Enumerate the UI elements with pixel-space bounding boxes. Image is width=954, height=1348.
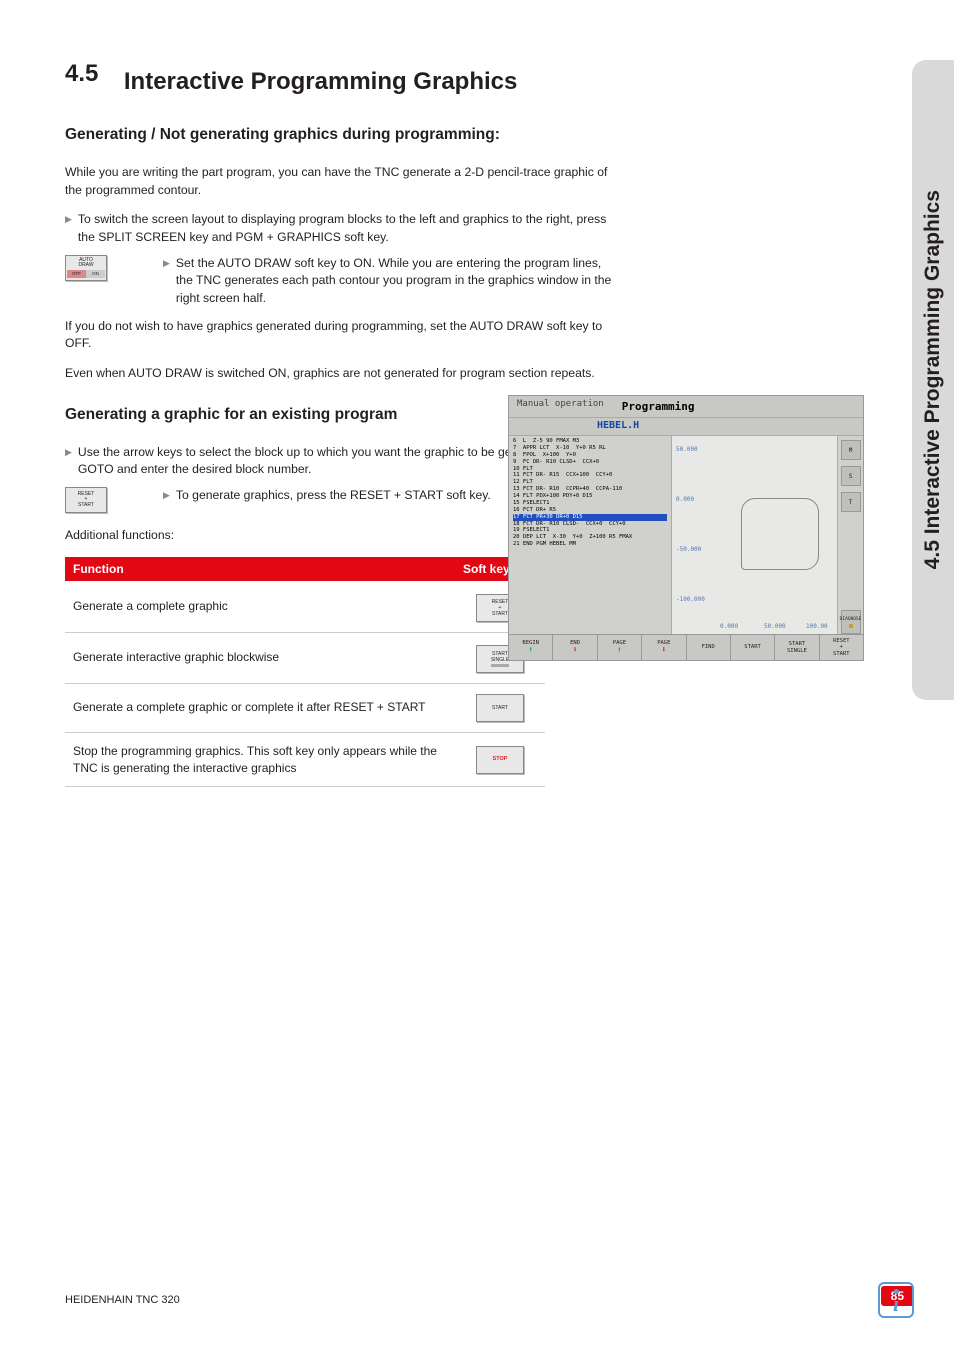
- info-icon[interactable]: ı: [878, 1282, 914, 1318]
- functions-table: Function Soft key Generate a complete gr…: [65, 557, 545, 788]
- y-tick: -50.000: [676, 546, 701, 553]
- info-stem: ı: [893, 1296, 899, 1311]
- sk-line: START: [492, 611, 508, 617]
- y-tick: 0.000: [676, 496, 694, 503]
- diag-label: DIAGNOSE: [840, 617, 862, 622]
- scr-body: 6 L Z-5 90 FMAX M3 7 APPR LCT X-10 Y+0 R…: [509, 436, 863, 634]
- sk-line: START: [78, 503, 94, 509]
- ricon-diagnose[interactable]: DIAGNOSE: [841, 610, 861, 634]
- scr-softkey[interactable]: STARTSINGLE: [775, 635, 819, 660]
- scr-softkey[interactable]: BEGIN⬆: [509, 635, 553, 660]
- y-tick: 50.000: [676, 446, 698, 453]
- subheading-generating: Generating / Not generating graphics dur…: [65, 125, 620, 146]
- code-highlight: 17 FCT PR+30 DR+0 D15: [513, 514, 667, 521]
- arrow-down-icon: ⬇: [573, 646, 578, 655]
- scr-right-icons: M S T DIAGNOSE: [837, 436, 863, 634]
- side-tab-text: 4.5 Interactive Programming Graphics: [921, 190, 945, 569]
- intro-paragraph: While you are writing the part program, …: [65, 164, 620, 199]
- sk-label: SINGLE: [787, 648, 807, 654]
- ricon-s[interactable]: S: [841, 466, 861, 486]
- scr-softkey[interactable]: END⬇: [553, 635, 597, 660]
- section-title: Interactive Programming Graphics: [124, 67, 574, 97]
- contour-shape: [741, 498, 819, 570]
- table-row: Generate interactive graphic blockwiseST…: [65, 632, 545, 683]
- auto-draw-instruction: ▶ Set the AUTO DRAW soft key to ON. Whil…: [163, 255, 620, 308]
- diag-dot-icon: [849, 624, 853, 628]
- ricon-m[interactable]: M: [841, 440, 861, 460]
- x-tick: 0.000: [720, 623, 738, 630]
- table-row: Generate a complete graphic or complete …: [65, 683, 545, 732]
- scr-softkey[interactable]: PAGE⬆: [598, 635, 642, 660]
- scr-softkey[interactable]: START: [731, 635, 775, 660]
- softkey-button[interactable]: STOP: [476, 746, 524, 774]
- code-pre: 6 L Z-5 90 FMAX M3 7 APPR LCT X-10 Y+0 R…: [513, 438, 622, 513]
- section-heading: 4.5 Interactive Programming Graphics: [65, 60, 620, 97]
- scr-tab-manual: Manual operation: [509, 396, 612, 417]
- auto-draw-softkey[interactable]: AUTO DRAW OFF ON: [65, 255, 107, 281]
- sk-cell: STOP: [455, 732, 545, 787]
- fn-cell: Generate a complete graphic: [65, 581, 455, 633]
- sk-label: FIND: [702, 644, 715, 650]
- scr-header: Manual operation Programming: [509, 396, 863, 418]
- reset-start-softkey[interactable]: RESET + START: [65, 487, 107, 513]
- ricon-t[interactable]: T: [841, 492, 861, 512]
- softkey-button[interactable]: START: [476, 694, 524, 722]
- scr-softkey[interactable]: RESET+START: [820, 635, 863, 660]
- code-post: 18 FCT DR- R10 CLSD- CCX+0 CCY+0 19 FSEL…: [513, 521, 632, 548]
- step-text: To switch the screen layout to displayin…: [78, 211, 620, 246]
- scr-softkey-row: BEGIN⬆END⬇PAGE⬆PAGE⬇FINDSTARTSTARTSINGLE…: [509, 634, 863, 660]
- x-tick: 50.000: [764, 623, 786, 630]
- scr-code: 6 L Z-5 90 FMAX M3 7 APPR LCT X-10 Y+0 R…: [509, 436, 671, 634]
- side-tab: 4.5 Interactive Programming Graphics: [912, 60, 954, 700]
- fn-cell: Generate a complete graphic or complete …: [65, 683, 455, 732]
- scr-filename: HEBEL.H: [509, 418, 863, 436]
- auto-draw-repeat-note: Even when AUTO DRAW is switched ON, grap…: [65, 365, 620, 383]
- fn-cell: Stop the programming graphics. This soft…: [65, 732, 455, 787]
- auto-draw-off: OFF: [67, 270, 86, 278]
- scr-softkey[interactable]: FIND: [687, 635, 731, 660]
- scr-softkey[interactable]: PAGE⬇: [642, 635, 686, 660]
- sk-label: START: [744, 644, 761, 650]
- bar-icon: [491, 664, 509, 667]
- bullet-icon: ▶: [163, 487, 170, 505]
- stop-label: STOP: [493, 756, 508, 763]
- page-body: 4.5 Interactive Programming Graphics Gen…: [0, 0, 690, 787]
- bullet-icon: ▶: [65, 211, 72, 246]
- auto-draw-on: ON: [86, 270, 105, 278]
- step-split-screen: ▶ To switch the screen layout to display…: [65, 211, 620, 246]
- tnc-screenshot: Manual operation Programming HEBEL.H 6 L…: [508, 395, 864, 661]
- table-row: Stop the programming graphics. This soft…: [65, 732, 545, 787]
- auto-draw-toggle: OFF ON: [67, 270, 105, 278]
- sk-cell: START: [455, 683, 545, 732]
- scr-graphic: 50.000 0.000 -50.000 -100.000 0.000 50.0…: [671, 436, 837, 634]
- arrow-up-icon: ⬆: [528, 646, 533, 655]
- auto-draw-label2: DRAW: [78, 263, 93, 269]
- bullet-icon: ▶: [163, 255, 170, 308]
- sk-line: SINGLE: [491, 657, 509, 663]
- bullet-icon: ▶: [65, 444, 72, 479]
- section-number: 4.5: [65, 60, 115, 88]
- y-tick: -100.000: [676, 596, 705, 603]
- footer-left: HEIDENHAIN TNC 320: [65, 1294, 180, 1306]
- arrow-up-icon: ⬆: [617, 646, 622, 655]
- sk-line: START: [492, 705, 508, 711]
- col-function: Function: [65, 557, 455, 581]
- page-footer: HEIDENHAIN TNC 320 85: [65, 1286, 914, 1306]
- x-tick: 100.00: [806, 623, 828, 630]
- arrow-down-icon: ⬇: [661, 646, 666, 655]
- sk-label: START: [833, 651, 850, 657]
- table-row: Generate a complete graphicRESET+START: [65, 581, 545, 633]
- auto-draw-off-note: If you do not wish to have graphics gene…: [65, 318, 620, 353]
- fn-cell: Generate interactive graphic blockwise: [65, 632, 455, 683]
- step-text: Set the AUTO DRAW soft key to ON. While …: [176, 255, 620, 308]
- scr-tab-programming: Programming: [612, 396, 705, 417]
- auto-draw-row: AUTO DRAW OFF ON ▶ Set the AUTO DRAW sof…: [65, 255, 620, 308]
